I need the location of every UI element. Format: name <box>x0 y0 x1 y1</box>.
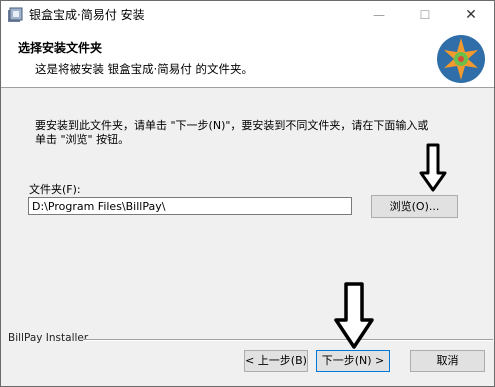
installer-brand-label: BillPay Installer <box>8 332 89 344</box>
instructions-text: 要安装到此文件夹，请单击 "下一步(N)"，要安装到不同文件夹，请在下面输入或 … <box>35 119 429 146</box>
title-bar[interactable]: 银盒宝成·简易付 安装 — ☐ ✕ <box>1 1 494 30</box>
window-title: 银盒宝成·简易付 安装 <box>29 8 145 22</box>
back-button[interactable]: < 上一步(B) <box>244 350 308 372</box>
page-subtitle: 这是将被安装 银盒宝成·简易付 的文件夹。 <box>35 62 253 76</box>
close-button[interactable]: ✕ <box>448 1 494 30</box>
footer-divider <box>83 339 493 341</box>
installer-app-icon <box>8 7 23 22</box>
installer-window: 银盒宝成·简易付 安装 — ☐ ✕ 选择安装文件夹 这是将被安装 银盒宝成·简易… <box>0 0 495 387</box>
minimize-button[interactable]: — <box>356 1 402 30</box>
installer-logo-icon <box>437 35 485 83</box>
browse-button[interactable]: 浏览(O)... <box>371 195 458 218</box>
maximize-button[interactable]: ☐ <box>402 1 448 30</box>
folder-path-input[interactable]: D:\Program Files\BillPay\ <box>28 197 352 215</box>
down-arrow-icon <box>419 143 447 192</box>
wizard-header: 选择安装文件夹 这是将被安装 银盒宝成·简易付 的文件夹。 <box>1 30 494 88</box>
next-button[interactable]: 下一步(N) > <box>316 350 390 372</box>
down-arrow-icon <box>334 282 374 349</box>
cancel-button[interactable]: 取消 <box>410 350 485 372</box>
folder-label: 文件夹(F): <box>29 183 81 196</box>
page-title: 选择安装文件夹 <box>18 41 103 55</box>
